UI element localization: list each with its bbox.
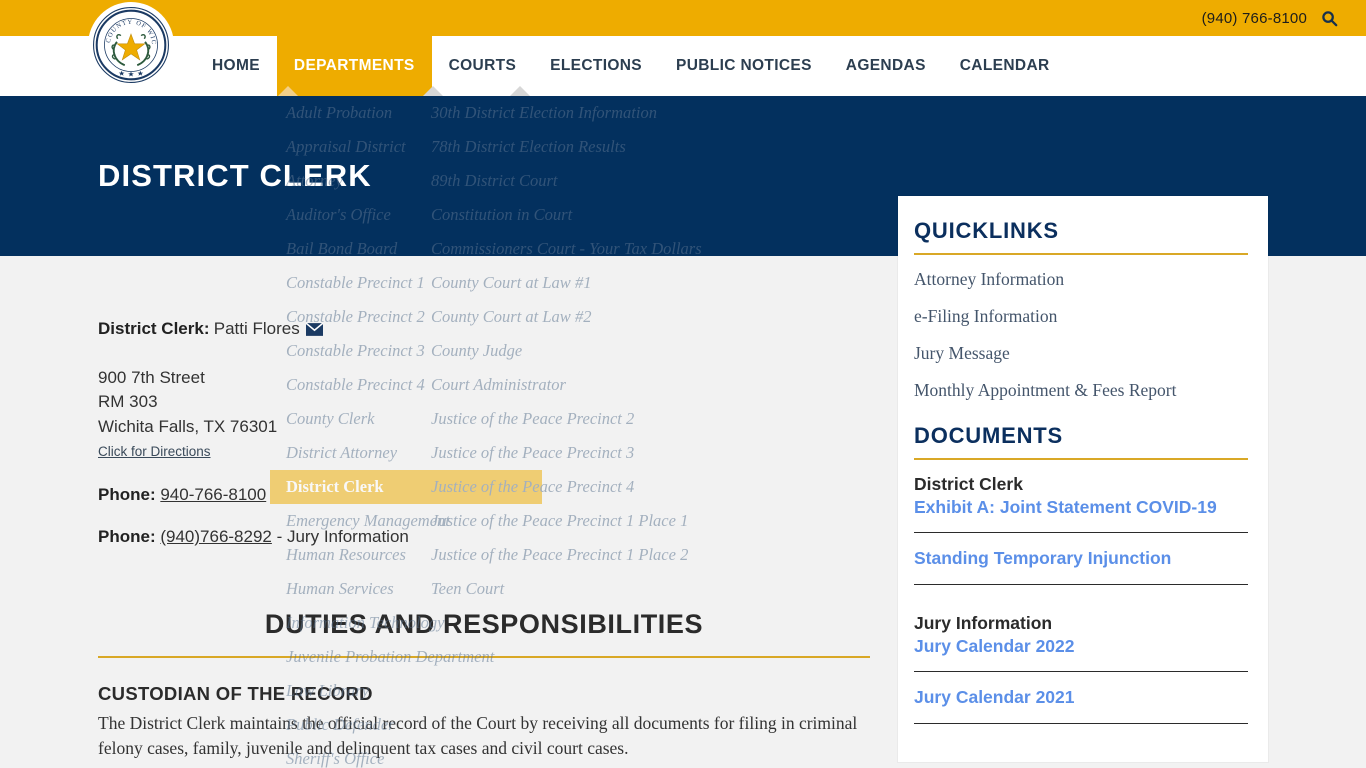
- dropdown-column-courts: 30th District Election Information 78th …: [431, 96, 731, 606]
- quicklink-attorney-information[interactable]: Attorney Information: [914, 269, 1248, 290]
- dropdown-item-commissioners-court-your-tax-dollars[interactable]: Commissioners Court - Your Tax Dollars: [431, 232, 731, 266]
- dropdown-item-jp-precinct-4[interactable]: Justice of the Peace Precinct 4: [431, 470, 731, 504]
- phone-label-jury: Phone:: [98, 527, 156, 547]
- dropdown-item-jp-precinct-3[interactable]: Justice of the Peace Precinct 3: [431, 436, 731, 470]
- chevron-up-icon-elections: [510, 86, 530, 96]
- document-separator: [914, 722, 1248, 724]
- county-seal-icon: COUNTY OF WICHITA TEXAS: [92, 6, 169, 83]
- nav-links: HOME DEPARTMENTS COURTS ELECTIONS PUBLIC…: [195, 36, 1067, 96]
- dropdown-item-adult-probation[interactable]: Adult Probation: [286, 96, 436, 130]
- quicklink-efiling-information[interactable]: e-Filing Information: [914, 306, 1248, 327]
- phone-link-jury[interactable]: (940)766-8292: [160, 527, 272, 546]
- dropdown-item-jp-precinct-1-place-1[interactable]: Justice of the Peace Precinct 1 Place 1: [431, 504, 731, 538]
- dropdown-item-human-resources[interactable]: Human Resources: [286, 538, 436, 572]
- document-separator: [914, 671, 1248, 673]
- document-link-standing-temporary-injunction[interactable]: Standing Temporary Injunction: [914, 547, 1248, 569]
- dropdown-item-emergency-management[interactable]: Emergency Management: [286, 504, 450, 538]
- documents-heading: DOCUMENTS: [914, 423, 1063, 448]
- phone-label-main: Phone:: [98, 485, 156, 505]
- dropdown-item-constable-precinct-2[interactable]: Constable Precinct 2: [286, 300, 436, 334]
- topbar-phone-link[interactable]: (940) 766-8100: [1202, 10, 1307, 27]
- dropdown-item-sheriffs-office[interactable]: Sheriff's Office: [286, 742, 436, 768]
- dropdown-item-jp-precinct-2[interactable]: Justice of the Peace Precinct 2: [431, 402, 731, 436]
- directions-link[interactable]: Click for Directions: [98, 442, 211, 461]
- document-link-jury-calendar-2021[interactable]: Jury Calendar 2021: [914, 686, 1248, 708]
- dropdown-item-information-technology[interactable]: Information Technology: [286, 606, 444, 640]
- search-icon[interactable]: [1321, 10, 1338, 27]
- dropdown-item-county-court-at-law-2[interactable]: County Court at Law #2: [431, 300, 731, 334]
- document-group-title: Jury Information: [914, 612, 1053, 633]
- nav-item-public-notices[interactable]: PUBLIC NOTICES: [659, 36, 829, 96]
- officer-label: District Clerk:: [98, 319, 210, 338]
- top-utility-bar: (940) 766-8100: [0, 0, 1366, 36]
- dropdown-item-attorney[interactable]: Attorney: [286, 164, 436, 198]
- dropdown-item-court-administrator[interactable]: Court Administrator: [431, 368, 731, 402]
- chevron-up-icon-courts: [423, 86, 443, 96]
- page-root: (940) 766-8100 HOME DEPARTMENTS COURTS E…: [0, 0, 1366, 768]
- document-separator: [914, 532, 1248, 534]
- dropdown-item-auditors-office[interactable]: Auditor's Office: [286, 198, 436, 232]
- dropdown-item-jp-precinct-1-place-2[interactable]: Justice of the Peace Precinct 1 Place 2: [431, 538, 731, 572]
- dropdown-item-constable-precinct-4[interactable]: Constable Precinct 4: [286, 368, 436, 402]
- dropdown-column-departments: Adult Probation Appraisal District Attor…: [270, 96, 542, 768]
- quicklinks-heading: QUICKLINKS: [914, 218, 1059, 243]
- dropdown-item-constable-precinct-3[interactable]: Constable Precinct 3: [286, 334, 436, 368]
- nav-item-calendar[interactable]: CALENDAR: [943, 36, 1067, 96]
- dropdown-item-county-judge[interactable]: County Judge: [431, 334, 731, 368]
- chevron-up-icon-departments: [278, 86, 298, 96]
- right-sidebar: QUICKLINKS Attorney Information e-Filing…: [898, 196, 1268, 762]
- dropdown-item-30th-district-election-information[interactable]: 30th District Election Information: [431, 96, 731, 130]
- dropdown-item-89th-district-court[interactable]: 89th District Court: [431, 164, 731, 198]
- nav-item-elections[interactable]: ELECTIONS: [533, 36, 659, 96]
- dropdown-item-teen-court[interactable]: Teen Court: [431, 572, 731, 606]
- dropdown-item-county-court-at-law-1[interactable]: County Court at Law #1: [431, 266, 731, 300]
- dropdown-item-78th-district-election-results[interactable]: 78th District Election Results: [431, 130, 731, 164]
- dropdown-selected-wrap: District Clerk: [270, 470, 542, 504]
- phone-link-main[interactable]: 940-766-8100: [160, 485, 266, 504]
- documents-divider: [914, 458, 1248, 460]
- dropdown-item-district-attorney[interactable]: District Attorney: [286, 436, 436, 470]
- nav-item-departments[interactable]: DEPARTMENTS: [276, 36, 432, 96]
- document-link-exhibit-a-joint-statement-covid-19[interactable]: Exhibit A: Joint Statement COVID-19: [914, 496, 1248, 518]
- dropdown-item-juvenile-probation-department[interactable]: Juvenile Probation Department: [286, 640, 494, 674]
- quicklinks-divider: [914, 253, 1248, 255]
- dropdown-item-public-defender[interactable]: Public Defender: [286, 708, 436, 742]
- dropdown-item-constitution-in-court[interactable]: Constitution in Court: [431, 198, 731, 232]
- document-group-jury-information: Jury Information Jury Calendar 2022 Jury…: [914, 613, 1248, 724]
- document-group-title: District Clerk: [914, 474, 1023, 494]
- dropdown-item-bail-bond-board[interactable]: Bail Bond Board: [286, 232, 436, 266]
- nav-item-agendas[interactable]: AGENDAS: [829, 36, 943, 96]
- dropdown-item-appraisal-district[interactable]: Appraisal District: [286, 130, 436, 164]
- document-group-district-clerk: District Clerk Exhibit A: Joint Statemen…: [914, 474, 1248, 585]
- dropdown-item-constable-precinct-1[interactable]: Constable Precinct 1: [286, 266, 436, 300]
- quicklink-monthly-appointment-fees-report[interactable]: Monthly Appointment & Fees Report: [914, 380, 1248, 401]
- dropdown-item-law-library[interactable]: Law Library: [286, 674, 436, 708]
- departments-dropdown-menu[interactable]: Adult Probation Appraisal District Attor…: [270, 96, 722, 768]
- document-group-gap: [914, 599, 1248, 609]
- county-logo[interactable]: COUNTY OF WICHITA TEXAS: [88, 2, 174, 88]
- document-separator: [914, 583, 1248, 585]
- dropdown-item-human-services[interactable]: Human Services: [286, 572, 436, 606]
- dropdown-item-county-clerk[interactable]: County Clerk: [286, 402, 436, 436]
- document-link-jury-calendar-2022[interactable]: Jury Calendar 2022: [914, 635, 1248, 657]
- main-navbar: HOME DEPARTMENTS COURTS ELECTIONS PUBLIC…: [0, 36, 1366, 96]
- nav-item-home[interactable]: HOME: [195, 36, 277, 96]
- quicklink-jury-message[interactable]: Jury Message: [914, 343, 1248, 364]
